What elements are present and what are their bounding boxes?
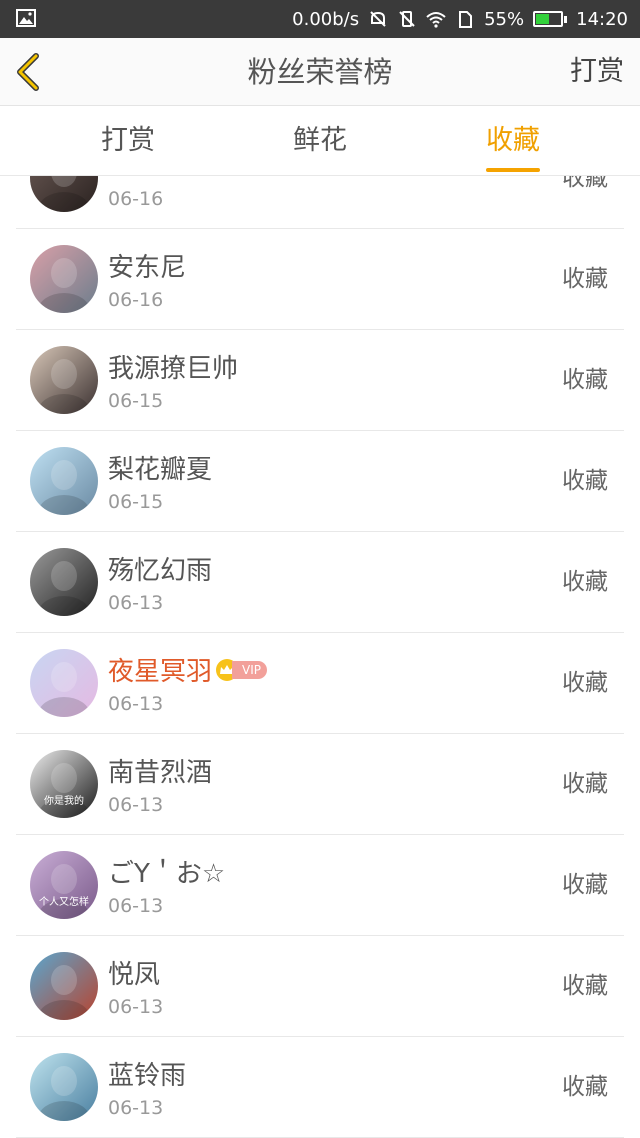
date: 06-16	[108, 289, 164, 311]
mute-icon	[370, 11, 386, 27]
username: 安东尼	[108, 253, 187, 283]
action-label: 收藏	[562, 367, 608, 393]
vip-label: VIP	[232, 660, 267, 679]
action-label: 收藏	[562, 872, 608, 898]
list-item[interactable]: 你是我的 南昔烈酒 06-13 收藏	[16, 734, 624, 835]
avatar[interactable]: 个人又怎样	[30, 851, 98, 919]
username: 夜星冥羽 VIP	[108, 651, 267, 688]
date: 06-13	[108, 592, 164, 614]
avatar[interactable]	[30, 1053, 98, 1121]
network-speed: 0.00b/s	[292, 8, 360, 30]
avatar[interactable]	[30, 245, 98, 313]
list-item[interactable]: 个人又怎样 ごY＇お☆ 06-13 收藏	[16, 835, 624, 936]
action-label: 收藏	[562, 1074, 608, 1100]
date: 06-13	[108, 794, 164, 816]
avatar[interactable]	[30, 649, 98, 717]
date: 06-13	[108, 693, 164, 715]
list-item[interactable]: 我源撩巨帅 06-15 收藏	[16, 330, 624, 431]
date: 06-16	[108, 188, 164, 210]
no-vibrate-icon	[399, 11, 415, 27]
avatar-caption: 你是我的	[44, 794, 84, 807]
battery-icon	[533, 11, 568, 27]
action-label: 收藏	[562, 266, 608, 292]
date: 06-15	[108, 491, 164, 513]
avatar[interactable]	[30, 176, 98, 212]
list-item[interactable]: 殇忆幻雨 06-13 收藏	[16, 532, 624, 633]
action-label: 收藏	[562, 569, 608, 595]
action-label: 收藏	[562, 468, 608, 494]
vip-badge: VIP	[216, 658, 267, 681]
battery-percent: 55%	[484, 8, 525, 30]
active-tab-indicator	[486, 168, 540, 172]
avatar-caption: 个人又怎样	[39, 895, 89, 908]
date: 06-15	[108, 390, 164, 412]
date: 06-13	[108, 996, 164, 1018]
tab-flowers[interactable]: 鲜花	[240, 106, 400, 176]
avatar[interactable]	[30, 548, 98, 616]
username: 南昔烈酒	[108, 758, 213, 788]
action-label: 收藏	[562, 176, 608, 191]
username: 蓝铃雨	[108, 1061, 187, 1091]
clock: 14:20	[576, 8, 628, 30]
username: 悦凤	[108, 960, 161, 990]
status-bar: 0.00b/s 55% 14:20	[0, 0, 640, 38]
list-item[interactable]: 梨花瓣夏 06-15 收藏	[16, 431, 624, 532]
avatar[interactable]	[30, 447, 98, 515]
username: ごY＇お☆	[108, 859, 226, 889]
reward-button[interactable]: 打赏	[570, 38, 624, 106]
date: 06-13	[108, 1097, 164, 1119]
list-item[interactable]: 夜星冥羽 VIP 06-13 收藏	[16, 633, 624, 734]
tab-favorites[interactable]: 收藏	[433, 106, 593, 176]
avatar[interactable]	[30, 952, 98, 1020]
username: 殇忆幻雨	[108, 556, 213, 586]
nav-bar: 粉丝荣誉榜 打赏	[0, 38, 640, 106]
fan-list[interactable]: 06-16 收藏 安东尼 06-16 收藏 我源撩巨帅 06-15 收藏 梨花瓣夏 06-15 收藏…	[0, 176, 640, 1138]
list-item[interactable]: 蓝铃雨 06-13 收藏	[16, 1037, 624, 1138]
list-item[interactable]: 悦凤 06-13 收藏	[16, 936, 624, 1037]
tab-bar: 打赏 鲜花 收藏	[0, 106, 640, 176]
action-label: 收藏	[562, 771, 608, 797]
action-label: 收藏	[562, 973, 608, 999]
list-item[interactable]: 安东尼 06-16 收藏	[16, 229, 624, 330]
image-notification-icon	[16, 9, 36, 27]
page-title: 粉丝荣誉榜	[247, 55, 393, 89]
username: 我源撩巨帅	[108, 354, 239, 384]
action-label: 收藏	[562, 670, 608, 696]
tab-reward[interactable]: 打赏	[48, 106, 208, 176]
wifi-icon	[426, 12, 446, 28]
list-item[interactable]: 06-16 收藏	[16, 176, 624, 229]
date: 06-13	[108, 895, 164, 917]
avatar[interactable]	[30, 346, 98, 414]
username: 梨花瓣夏	[108, 455, 213, 485]
avatar[interactable]: 你是我的	[30, 750, 98, 818]
sim-icon	[459, 11, 473, 28]
